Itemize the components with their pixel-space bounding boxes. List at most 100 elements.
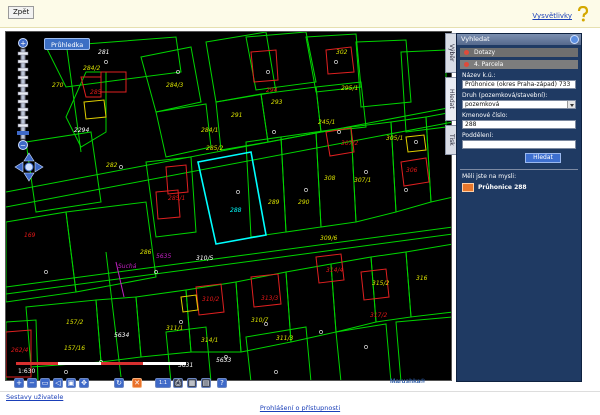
refresh-button[interactable]: ↻ — [114, 378, 124, 388]
parcel-number-label: 308 — [324, 175, 336, 182]
help-button[interactable]: ? — [217, 378, 227, 388]
save-button[interactable]: ▤ — [201, 378, 211, 388]
boundary-point-marker — [334, 60, 338, 64]
parcel-number-label: 289 — [268, 199, 280, 206]
chevron-down-icon[interactable] — [567, 101, 575, 108]
zoom-box-button[interactable]: ▭ — [40, 378, 50, 388]
parcel-number-label: 5634 — [114, 332, 129, 339]
suggestion-text: Průhonice 288 — [478, 184, 527, 191]
parcel-number-label: Suchá — [118, 263, 137, 270]
parcel-number-label: 285/2 — [206, 145, 223, 152]
parcel-number-label: 307/2 — [341, 140, 358, 147]
pan-arrows[interactable] — [14, 152, 44, 182]
panel-title: Vyhledat — [461, 35, 490, 43]
boundary-point-marker — [272, 130, 276, 134]
parcel-number-label: 294 — [266, 87, 278, 94]
suggestion-result[interactable]: Průhonice 288 — [462, 182, 576, 194]
clear-button[interactable]: ✕ — [132, 378, 142, 388]
cadastre-input[interactable]: Průhonice (okres Praha-západ) 733 — [462, 80, 576, 89]
queries-section-header[interactable]: Dotazy — [460, 48, 578, 57]
pan-down-icon — [23, 172, 35, 182]
suggestion-label: Měli jste na mysli: — [462, 173, 517, 180]
parcel-number-label: 302 — [336, 49, 348, 56]
parcel-section-label: 4. Parcela — [474, 61, 504, 68]
parcel-number-label: 315/2 — [372, 280, 389, 287]
pan-up-icon — [23, 152, 35, 162]
parcel-number-label: 284/3 — [166, 82, 183, 89]
parcel-number-label: 5633 — [216, 357, 231, 364]
map-toolbar: + − ▭ ◁ ▣ ✥ ↻ ✕ 1:1 ⎙ ▦ ▤? — [14, 378, 249, 389]
kind-label: Druh (pozemková/stavební): — [462, 92, 548, 99]
panel-title-bar: Vyhledat — [457, 34, 581, 45]
parcel-number-label: 157/2 — [66, 319, 83, 326]
print-button[interactable]: ⎙ — [173, 378, 183, 388]
parcel-number-label: 293 — [271, 99, 283, 106]
zoom-slider[interactable]: + − — [16, 38, 30, 150]
parcel-number-label: 314/4 — [326, 267, 343, 274]
parcel-section-header[interactable]: 4. Parcela — [460, 60, 578, 69]
parcel-number-label: Kmenové číslo: — [462, 112, 508, 119]
cadastral-map[interactable]: 281 284/2 285 284/3 284/1 291 294 293 295/1 302 28… — [5, 31, 452, 381]
boundary-point-marker — [236, 190, 240, 194]
kind-select-value: pozemková — [465, 101, 500, 108]
panel-help-icon[interactable] — [570, 35, 579, 44]
pan-button[interactable]: ✥ — [79, 378, 89, 388]
subdivision-label: Poddělení: — [462, 132, 494, 139]
cadastre-label: Název k.ú.: — [462, 72, 496, 79]
zoom-in-button[interactable]: + — [14, 378, 24, 388]
boundary-point-marker — [274, 370, 278, 374]
boundary-point-marker — [364, 170, 368, 174]
queries-section-label: Dotazy — [474, 49, 496, 56]
parcel-number-label: 5635 — [156, 253, 171, 260]
question-mark-icon[interactable] — [576, 6, 590, 22]
selected-parcel-label: 288 — [230, 207, 242, 214]
parcel-number-label: 295/1 — [341, 85, 358, 92]
parcel-number-label: 284/1 — [201, 127, 218, 134]
parcel-result-icon — [462, 183, 474, 192]
zoom-extent-button[interactable]: ▣ — [66, 378, 76, 388]
back-button[interactable]: Zpět — [8, 6, 35, 19]
parcel-number-label: 310/5 — [196, 255, 213, 262]
parcel-number-label: 285 — [90, 89, 102, 96]
parcel-number-label: 306 — [406, 167, 418, 174]
legend-link[interactable]: Vysvětlivky — [532, 12, 572, 20]
scale-bar: 1:630 — [16, 362, 186, 375]
parcel-number-label: 285/1 — [168, 195, 185, 202]
export-button[interactable]: ▦ — [187, 378, 197, 388]
parcel-number-label: 169 — [24, 232, 36, 239]
boundary-point-marker — [337, 130, 341, 134]
scale-ratio: 1:630 — [18, 368, 35, 375]
boundary-point-marker — [179, 320, 183, 324]
marushka-logo: Marushka® — [390, 378, 426, 385]
parcel-number-label: 307/1 — [354, 177, 371, 184]
accessibility-link[interactable]: Prohlášení o přístupnosti — [0, 404, 600, 412]
subdivision-input[interactable] — [462, 140, 576, 149]
queries-bullet-icon — [464, 50, 469, 55]
boundary-point-marker — [404, 188, 408, 192]
measure-button[interactable]: 1:1 — [155, 378, 171, 388]
panel-divider — [460, 169, 578, 170]
boundary-point-marker — [266, 70, 270, 74]
zoom-previous-button[interactable]: ◁ — [53, 378, 63, 388]
parcel-number-input[interactable]: 288 — [462, 120, 576, 129]
parcel-number-label: 311/1 — [166, 325, 183, 332]
parcel-number-label: 310/7 — [251, 317, 268, 324]
parcel-number-label: 262/4 — [11, 347, 28, 354]
parcel-number-label: 245/1 — [318, 119, 335, 126]
search-button[interactable]: Hledat — [525, 153, 561, 163]
boundary-point-marker — [104, 60, 108, 64]
transparency-button[interactable]: Průhledka — [44, 38, 91, 50]
zoom-out-button[interactable]: − — [27, 378, 37, 388]
map-canvas[interactable]: 281 284/2 285 284/3 284/1 291 294 293 295/1 302 28… — [6, 32, 452, 381]
parcel-number-label: 286 — [140, 249, 152, 256]
parcel-number-label: 314/1 — [201, 337, 218, 344]
parcel-number-label: 311/3 — [276, 335, 293, 342]
parcel-number-label: 2294 — [74, 127, 89, 134]
pan-left-icon — [14, 161, 24, 173]
boundary-point-marker — [44, 270, 48, 274]
boundary-point-marker — [364, 345, 368, 349]
parcel-number-label: 291 — [231, 112, 242, 119]
saved-users-link[interactable]: Sestavy uživatele — [6, 393, 63, 401]
kind-select[interactable]: pozemková — [462, 100, 576, 109]
parcel-number-label: 270 — [52, 82, 64, 89]
